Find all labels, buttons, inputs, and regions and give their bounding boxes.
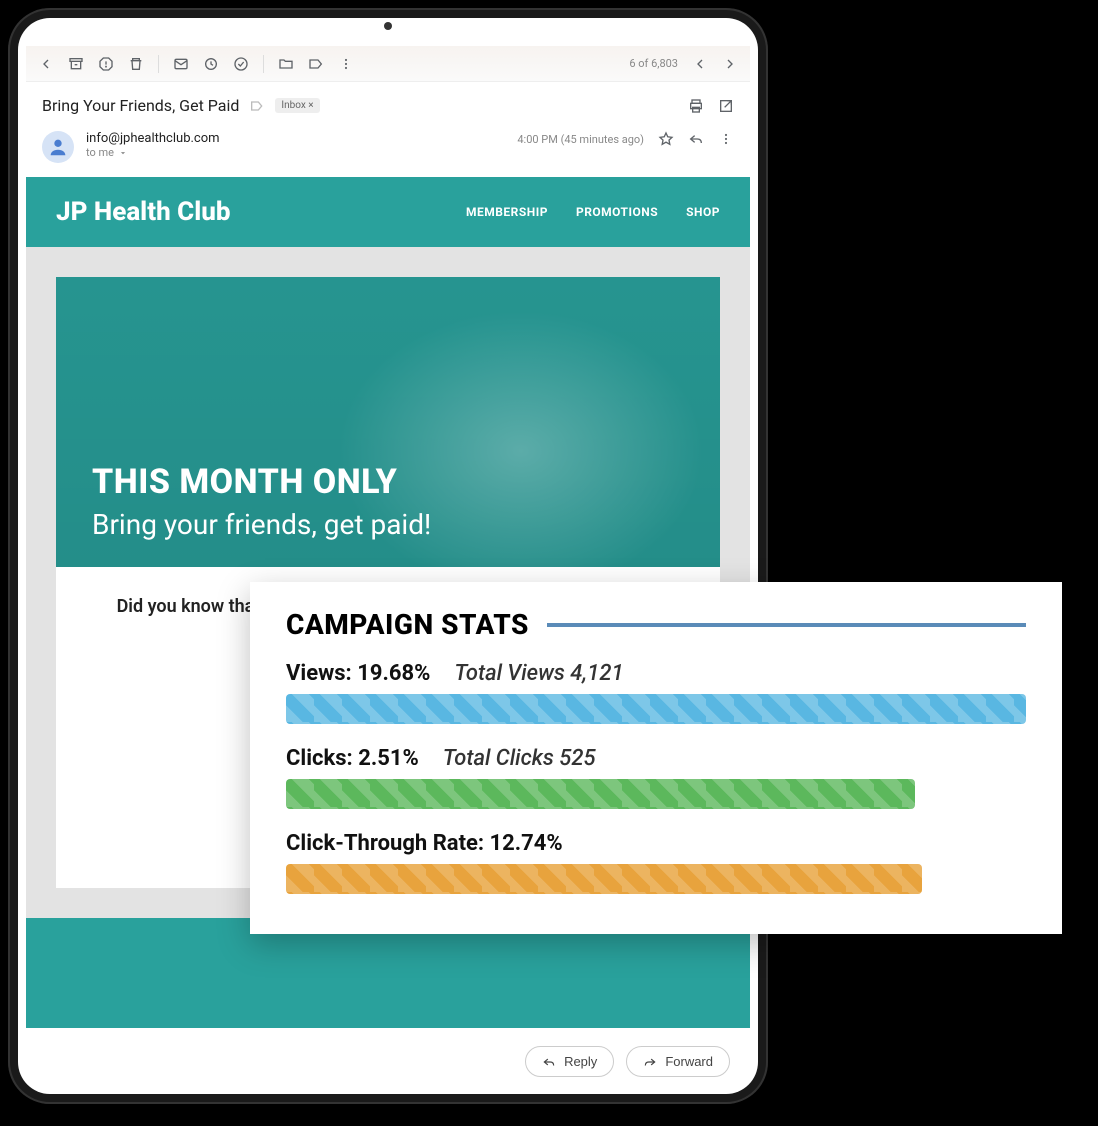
- pager-text: 6 of 6,803: [629, 57, 678, 70]
- star-icon[interactable]: [658, 131, 674, 147]
- print-icon[interactable]: [688, 98, 704, 114]
- brand-nav: MEMBERSHIP PROMOTIONS SHOP: [466, 205, 720, 219]
- stat-clicks: Clicks: 2.51% Total Clicks 525: [286, 746, 1026, 809]
- add-task-icon[interactable]: [233, 56, 249, 72]
- campaign-stats-card: CAMPAIGN STATS Views: 19.68% Total Views…: [250, 582, 1062, 934]
- hero-title: THIS MONTH ONLY: [92, 462, 684, 502]
- forward-label: Forward: [665, 1054, 713, 1069]
- message-more-icon[interactable]: [718, 131, 734, 147]
- stat-clicks-total: Total Clicks 525: [443, 746, 596, 771]
- more-icon[interactable]: [338, 56, 354, 72]
- brand-title: JP Health Club: [56, 197, 230, 227]
- inbox-chip[interactable]: Inbox ×: [275, 98, 319, 113]
- reply-row: Reply Forward: [26, 1028, 750, 1082]
- stat-views-label: Views: 19.68%: [286, 661, 430, 686]
- spam-icon[interactable]: [98, 56, 114, 72]
- hero-subtitle: Bring your friends, get paid!: [92, 508, 684, 541]
- stat-ctr-bar: [286, 864, 922, 894]
- reply-arrow-icon: [542, 1055, 556, 1069]
- email-toolbar: 6 of 6,803: [26, 46, 750, 82]
- nav-promotions[interactable]: PROMOTIONS: [576, 205, 658, 219]
- reply-icon[interactable]: [688, 131, 704, 147]
- snooze-icon[interactable]: [203, 56, 219, 72]
- chevron-down-icon[interactable]: [118, 148, 128, 158]
- stat-views-bar: [286, 694, 1026, 724]
- sender-row: info@jphealthclub.com to me 4:00 PM (45 …: [26, 125, 750, 177]
- forward-arrow-icon: [643, 1055, 657, 1069]
- reply-button[interactable]: Reply: [525, 1046, 614, 1077]
- email-time: 4:00 PM (45 minutes ago): [517, 133, 644, 146]
- back-icon[interactable]: [38, 56, 54, 72]
- nav-membership[interactable]: MEMBERSHIP: [466, 205, 548, 219]
- reply-label: Reply: [564, 1054, 597, 1069]
- brand-bar: JP Health Club MEMBERSHIP PROMOTIONS SHO…: [26, 177, 750, 247]
- pager-next-icon[interactable]: [722, 56, 738, 72]
- move-to-icon[interactable]: [278, 56, 294, 72]
- to-line: to me: [86, 146, 114, 159]
- labels-icon[interactable]: [308, 56, 324, 72]
- toolbar-divider: [263, 55, 264, 73]
- open-new-window-icon[interactable]: [718, 98, 734, 114]
- stat-clicks-bar: [286, 779, 915, 809]
- forward-button[interactable]: Forward: [626, 1046, 730, 1077]
- stat-views-total: Total Views 4,121: [454, 661, 623, 686]
- stat-ctr: Click-Through Rate: 12.74%: [286, 831, 1026, 894]
- sender-email: info@jphealthclub.com: [86, 131, 220, 146]
- hero-banner: THIS MONTH ONLY Bring your friends, get …: [56, 277, 720, 567]
- tablet-camera: [384, 22, 392, 30]
- avatar: [42, 131, 74, 163]
- email-subject: Bring Your Friends, Get Paid: [42, 96, 239, 115]
- pager-prev-icon[interactable]: [692, 56, 708, 72]
- toolbar-divider: [158, 55, 159, 73]
- stats-title-line: [547, 623, 1026, 627]
- archive-icon[interactable]: [68, 56, 84, 72]
- mark-unread-icon[interactable]: [173, 56, 189, 72]
- tablet-frame: 6 of 6,803 Bring Your Friends, Get Paid …: [8, 8, 768, 1104]
- stat-ctr-label: Click-Through Rate: 12.74%: [286, 831, 563, 856]
- stat-views: Views: 19.68% Total Views 4,121: [286, 661, 1026, 724]
- email-footer: [26, 918, 750, 1028]
- nav-shop[interactable]: SHOP: [686, 205, 720, 219]
- stat-clicks-label: Clicks: 2.51%: [286, 746, 419, 771]
- stats-title: CAMPAIGN STATS: [286, 608, 529, 641]
- delete-icon[interactable]: [128, 56, 144, 72]
- important-marker-icon[interactable]: [249, 98, 265, 114]
- subject-row: Bring Your Friends, Get Paid Inbox ×: [26, 82, 750, 125]
